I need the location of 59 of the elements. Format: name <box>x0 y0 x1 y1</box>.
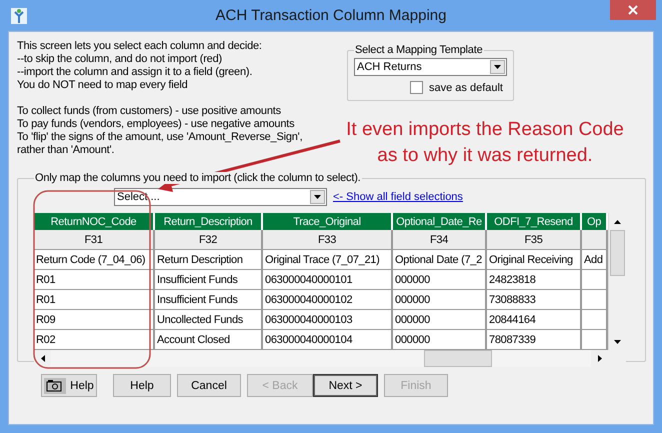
table-cell: 063000040000103 <box>263 310 393 330</box>
scroll-left-icon <box>40 355 44 362</box>
table-cell: R09 <box>34 310 155 330</box>
field-cell: F34 <box>393 230 487 250</box>
dialog-button[interactable]: Cancel <box>177 374 241 397</box>
column-header[interactable]: Op <box>582 213 608 230</box>
horizontal-scrollbar[interactable] <box>34 350 608 367</box>
field-cell: F33 <box>263 230 393 250</box>
field-cell: F31 <box>34 230 155 250</box>
dropdown-arrow-icon <box>314 195 321 199</box>
table-cell: 063000040000101 <box>263 270 393 290</box>
checkbox-label: save as default <box>429 82 503 94</box>
table-cell: Insufficient Funds <box>155 290 263 310</box>
instructions-text: To collect funds (from customers) - use positive amounts To pay funds (vendors, employees) - use negative amounts To 'flip' the signs of the amount, use 'Amount_Reverse_Sign', rather than 'Amount'. <box>17 105 304 157</box>
close-icon <box>628 5 638 15</box>
group-legend: Select a Mapping Template <box>354 44 484 56</box>
column-header[interactable]: Return_Description <box>155 213 263 230</box>
table-cell: Optional Date (7_2 <box>393 250 487 270</box>
dialog-button[interactable]: Next > <box>313 374 378 397</box>
column-header[interactable]: Optional_Date_Re <box>393 213 487 230</box>
table-cell: Original Trace (7_07_21) <box>263 250 393 270</box>
dropdown-arrow-icon <box>494 65 501 69</box>
table-cell: R01 <box>34 270 155 290</box>
table-cell: 063000040000102 <box>263 290 393 310</box>
table-cell: 000000 <box>393 290 487 310</box>
table-cell: Return Description <box>155 250 263 270</box>
scroll-right-icon <box>598 355 602 362</box>
field-cell: F32 <box>155 230 263 250</box>
field-cell: F35 <box>487 230 582 250</box>
scrollbar-thumb[interactable] <box>424 350 492 367</box>
table-cell: 000000 <box>393 270 487 290</box>
table-cell: R01 <box>34 290 155 310</box>
column-header[interactable]: ReturnNOC_Code <box>34 213 155 230</box>
instructions-text: This screen lets you select each column and decide: --to skip the column, and do not import (red) --import the column and assign it to a field (green). You do NOT need to map every field <box>17 40 263 92</box>
scrollbar-thumb[interactable] <box>610 230 625 276</box>
scroll-down-icon <box>614 340 621 344</box>
column-header[interactable]: ODFI_7_Resend <box>487 213 582 230</box>
app-icon <box>10 7 28 25</box>
close-button[interactable] <box>610 0 656 20</box>
table-cell: 20844164 <box>487 310 582 330</box>
table-cell: Return Code (7_04_06) <box>34 250 155 270</box>
field-dropdown[interactable]: Select ... <box>114 188 327 206</box>
window-title: ACH Transaction Column Mapping <box>214 7 448 24</box>
table-cell: Original Receiving <box>487 250 582 270</box>
scroll-up-icon <box>614 220 621 224</box>
column-header[interactable]: Trace_Original <box>263 213 393 230</box>
table-cell: Insufficient Funds <box>155 270 263 290</box>
camera-icon <box>44 378 66 394</box>
help-icon-button[interactable]: Help <box>41 374 97 397</box>
table-cell: 73088833 <box>487 290 582 310</box>
annotation-text: It even imports the Reason Code as to why it was returned. <box>345 118 625 168</box>
dialog-button[interactable]: Help <box>113 374 171 397</box>
template-dropdown[interactable]: ACH Returns <box>354 58 507 76</box>
table-cell: 24823818 <box>487 270 582 290</box>
table-cell: Uncollected Funds <box>155 310 263 330</box>
table-cell: 000000 <box>393 310 487 330</box>
group-legend: Only map the columns you need to import (click the column to select). <box>34 172 362 184</box>
show-fields-link[interactable]: <- Show all field selections <box>333 191 463 203</box>
checkbox[interactable] <box>410 81 423 94</box>
